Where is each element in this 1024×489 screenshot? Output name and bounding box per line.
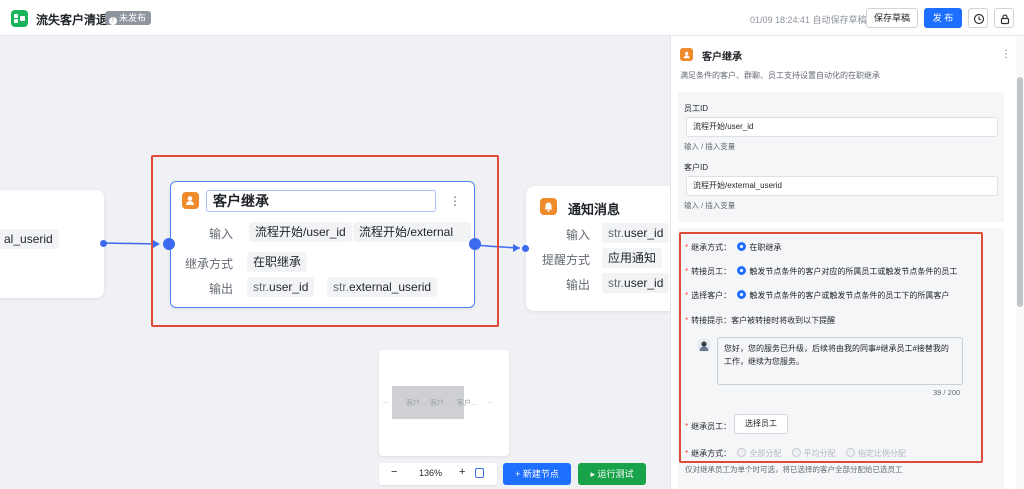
- notify-input-chip: str.user_id: [602, 223, 670, 243]
- zoom-bar: − 136% +: [379, 463, 497, 485]
- employee-id-label: 员工ID: [684, 104, 708, 113]
- notify-output-label: 输出: [565, 278, 590, 292]
- notify-node[interactable]: 通知消息 输入 str.user_id 提醒方式 应用通知 输出 str.use…: [526, 186, 676, 311]
- inherit-node[interactable]: 客户继承 ⋮ 输入 流程开始/user_id 流程开始/external 继承方…: [170, 181, 475, 308]
- input-chip-user: 流程开始/user_id: [249, 222, 352, 242]
- minimap[interactable]: ... 客户... 客户... 客户... ...: [379, 350, 509, 456]
- publish-button[interactable]: 发 布: [924, 8, 962, 28]
- employee-id-hint[interactable]: 输入 / 插入变量: [684, 141, 735, 152]
- zoom-level: 136%: [419, 468, 443, 478]
- input-label: 输入: [208, 227, 233, 241]
- lock-button[interactable]: [994, 8, 1014, 28]
- output-label: 输出: [208, 282, 233, 296]
- more-icon[interactable]: ⋮: [449, 195, 461, 207]
- customer-id-hint[interactable]: 输入 / 插入变量: [684, 200, 735, 211]
- output-chip-user: str.user_id: [247, 277, 315, 297]
- zoom-in-button[interactable]: +: [459, 466, 465, 478]
- notify-input-port[interactable]: [522, 245, 529, 252]
- lock-icon: [1000, 14, 1010, 25]
- customer-id-input[interactable]: 流程开始/external_userid: [686, 176, 998, 196]
- save-draft-button[interactable]: 保存草稿: [866, 8, 918, 28]
- customer-id-label: 客户ID: [684, 163, 708, 172]
- node-output-chip: al_userid: [0, 229, 59, 249]
- user-icon: [182, 192, 199, 209]
- minimap-viewport[interactable]: [392, 386, 464, 419]
- notify-title: 通知消息: [568, 202, 621, 217]
- minimap-node: ...: [383, 398, 389, 405]
- id-group: 员工ID 流程开始/user_id 输入 / 插入变量 客户ID 流程开始/ex…: [678, 92, 1004, 222]
- node-title-input[interactable]: 客户继承: [206, 190, 436, 212]
- notify-input-label: 输入: [565, 228, 590, 242]
- remind-mode-chip: 应用通知: [602, 248, 663, 268]
- scrollbar-thumb[interactable]: [1017, 77, 1023, 307]
- inherit-type-footnote: 仅对继承员工为单个时可选，将已选择的客户全部分配给已选员工: [685, 465, 903, 474]
- minimap-node: 客户...: [406, 400, 426, 407]
- output-chip-external: str.external_userid: [327, 277, 438, 297]
- remind-mode-label: 提醒方式: [541, 253, 590, 267]
- output-port[interactable]: [100, 240, 107, 247]
- input-port[interactable]: [163, 238, 175, 250]
- panel-description: 满足条件的客户、群聊、员工支持设置自动化的在职继承: [680, 71, 880, 80]
- zoom-out-button[interactable]: −: [391, 466, 397, 478]
- fit-view-icon[interactable]: [475, 468, 484, 478]
- new-node-button[interactable]: + 新建节点: [503, 463, 571, 485]
- minimap-node: ...: [487, 398, 493, 405]
- panel-title: 客户继承: [702, 52, 742, 63]
- notify-output-chip: str.user_id: [602, 273, 670, 293]
- bell-icon: [540, 198, 557, 215]
- clock-icon: [973, 13, 985, 25]
- input-chip-external: 流程开始/external: [353, 222, 471, 242]
- inherit-mode-label: 继承方式: [184, 257, 233, 271]
- user-icon: [680, 48, 693, 61]
- history-button[interactable]: [968, 8, 988, 28]
- output-port[interactable]: [469, 238, 481, 250]
- panel-highlight: [679, 232, 983, 463]
- panel-more-icon[interactable]: ⋮: [1001, 50, 1011, 60]
- run-test-button[interactable]: ▸ 运行测试: [578, 463, 646, 485]
- employee-id-input[interactable]: 流程开始/user_id: [686, 117, 998, 137]
- autosave-text: 01/09 18:24:41 自动保存草稿: [750, 15, 867, 25]
- inherit-mode-chip: 在职继承: [247, 252, 308, 272]
- minimap-node: 客户...: [430, 400, 450, 407]
- minimap-node: 客户...: [457, 400, 477, 407]
